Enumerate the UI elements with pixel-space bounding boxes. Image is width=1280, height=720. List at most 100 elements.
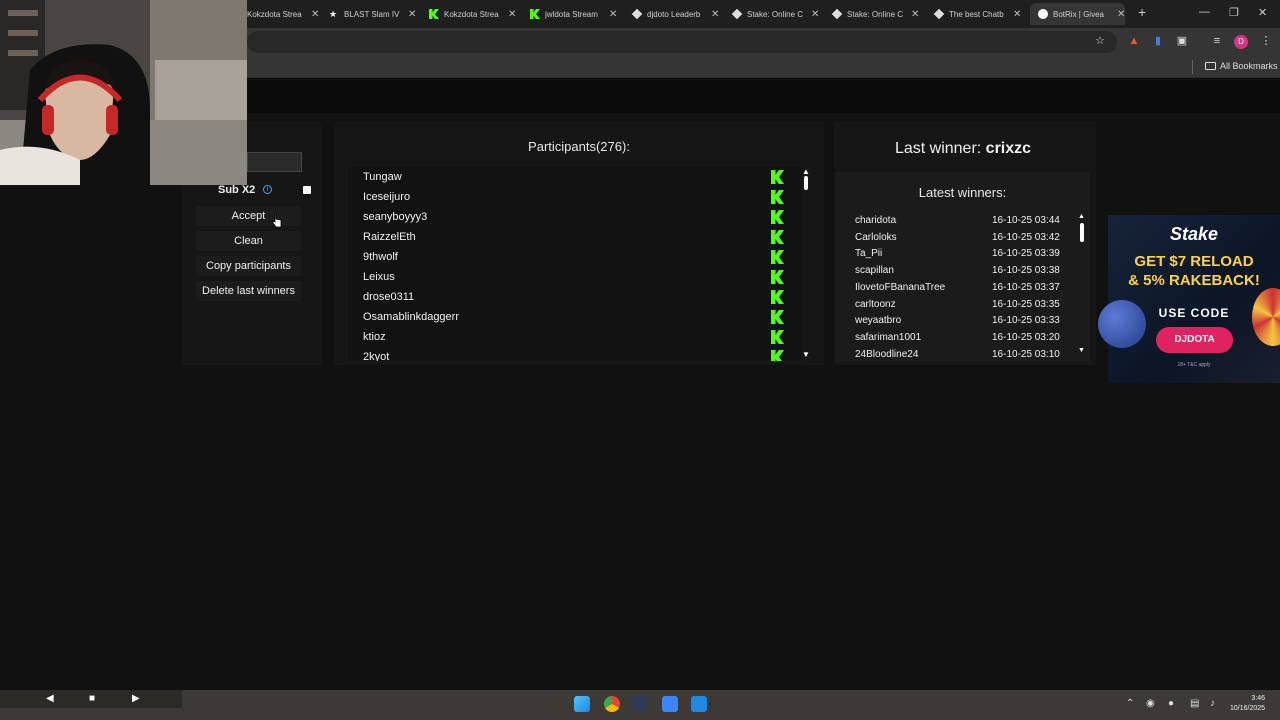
- participant-row[interactable]: drose0311: [348, 287, 802, 307]
- close-window-icon[interactable]: ✕: [1258, 6, 1267, 19]
- winner-date: 16-10-25 03:38: [992, 265, 1060, 277]
- maximize-icon[interactable]: ❐: [1229, 6, 1239, 19]
- winner-row[interactable]: 24Bloodline24 16-10-25 03:10: [835, 346, 1075, 360]
- profile-avatar[interactable]: D: [1234, 35, 1248, 49]
- accept-button[interactable]: Accept: [196, 206, 301, 226]
- winner-row[interactable]: safariman1001 16-10-25 03:20: [835, 329, 1075, 346]
- participant-row[interactable]: 2kyot: [348, 347, 802, 361]
- kick-icon: [771, 250, 784, 264]
- participant-row[interactable]: seanyboyyy3: [348, 207, 802, 227]
- menu-kebab-icon[interactable]: ⋮: [1260, 35, 1272, 47]
- extension-fox-icon[interactable]: ▲: [1128, 35, 1140, 47]
- address-bar[interactable]: [247, 31, 1117, 53]
- copy-participants-button[interactable]: Copy participants: [196, 256, 301, 276]
- winner-name: IlovetoFBananaTree: [855, 281, 946, 293]
- notepad-icon[interactable]: [662, 696, 678, 712]
- latest-winners-list[interactable]: charidota 16-10-25 03:44 Carloloks 16-10-25…: [835, 212, 1075, 360]
- participant-row[interactable]: Leixus: [348, 267, 802, 287]
- volume-icon[interactable]: ♪: [1210, 698, 1215, 709]
- participants-scrollbar-thumb[interactable]: [804, 176, 808, 190]
- tab[interactable]: ★ BLAST Slam IV ✕: [329, 3, 416, 25]
- stop-icon[interactable]: ■: [89, 693, 95, 704]
- last-winner-heading: Last winner: crixzc: [834, 140, 1092, 158]
- tab-title: djdoto Leaderb: [647, 9, 701, 19]
- bookmark-star-icon[interactable]: ☆: [1094, 35, 1106, 47]
- tab[interactable]: BotRix | Givea ✕: [1030, 3, 1126, 25]
- play-icon[interactable]: ▶: [132, 693, 140, 704]
- winner-date: 16-10-25 03:33: [992, 315, 1060, 327]
- clean-button[interactable]: Clean: [196, 231, 301, 251]
- participant-name: Leixus: [363, 271, 395, 283]
- chrome-icon[interactable]: [604, 696, 620, 712]
- participant-row[interactable]: Tungaw: [348, 167, 802, 187]
- delete-last-winners-button[interactable]: Delete last winners: [196, 281, 301, 301]
- close-tab-icon[interactable]: ✕: [1013, 9, 1021, 20]
- kick-icon: [771, 230, 784, 244]
- minimize-icon[interactable]: —: [1199, 6, 1210, 18]
- extension-shield-icon[interactable]: ▮: [1152, 35, 1164, 47]
- tray-chevron-icon[interactable]: ⌃: [1126, 698, 1134, 709]
- app-icon[interactable]: [632, 696, 648, 712]
- new-tab-button[interactable]: +: [1138, 4, 1146, 20]
- tab[interactable]: djdoto Leaderb ✕: [631, 3, 719, 25]
- ad-logo: Stake: [1169, 224, 1219, 244]
- participant-row[interactable]: Iceseijuro: [348, 187, 802, 207]
- winner-name: weyaatbro: [855, 315, 902, 327]
- winner-row[interactable]: Ta_Pii 16-10-25 03:39: [835, 245, 1075, 262]
- close-tab-icon[interactable]: ✕: [811, 9, 819, 20]
- winner-date: 16-10-25 03:10: [992, 348, 1060, 360]
- close-tab-icon[interactable]: ✕: [508, 9, 516, 20]
- last-winner-label: Last winner:: [894, 140, 982, 157]
- participant-row[interactable]: RaizzelEth: [348, 227, 802, 247]
- kick-icon: [771, 290, 784, 304]
- close-tab-icon[interactable]: ✕: [311, 9, 319, 20]
- network-icon[interactable]: ▤: [1190, 698, 1199, 709]
- previous-icon[interactable]: ◀: [46, 693, 54, 704]
- winner-row[interactable]: carltoonz 16-10-25 03:35: [835, 296, 1075, 313]
- close-tab-icon[interactable]: ✕: [711, 9, 719, 20]
- close-tab-icon[interactable]: ✕: [408, 9, 416, 20]
- microphone-icon[interactable]: ●: [1168, 698, 1174, 709]
- participant-row[interactable]: 9thwolf: [348, 247, 802, 267]
- winners-scrollbar-thumb[interactable]: [1080, 223, 1084, 242]
- scroll-down-icon[interactable]: ▼: [1078, 347, 1085, 354]
- reading-list-icon[interactable]: ≡: [1211, 35, 1223, 47]
- windows-start-icon[interactable]: [574, 696, 590, 712]
- scroll-down-icon[interactable]: ▼: [802, 350, 810, 359]
- tab[interactable]: jwldota Stream ✕: [530, 3, 617, 25]
- kick-icon: [771, 190, 784, 204]
- bookmarks-divider: [1192, 60, 1193, 74]
- ad-code-button[interactable]: DJDOTA: [1156, 327, 1233, 353]
- close-tab-icon[interactable]: ✕: [1117, 9, 1125, 20]
- winner-row[interactable]: Carloloks 16-10-25 03:42: [835, 229, 1075, 246]
- participant-row[interactable]: ktioz: [348, 327, 802, 347]
- tab[interactable]: Stake: Online C ✕: [831, 3, 919, 25]
- tray-app-icon[interactable]: ◉: [1146, 698, 1155, 709]
- winner-name: scapillan: [855, 265, 894, 277]
- winner-row[interactable]: scapillan 16-10-25 03:38: [835, 262, 1075, 279]
- close-tab-icon[interactable]: ✕: [911, 9, 919, 20]
- scroll-up-icon[interactable]: ▲: [802, 167, 810, 176]
- winner-row[interactable]: weyaatbro 16-10-25 03:33: [835, 312, 1075, 329]
- all-bookmarks-link[interactable]: All Bookmarks: [1220, 61, 1278, 71]
- close-tab-icon[interactable]: ✕: [609, 9, 617, 20]
- participant-row[interactable]: Osamablinkdaggerr: [348, 307, 802, 327]
- participants-list[interactable]: Tungaw Iceseijuro seanyboyyy3 RaizzelEth 9th…: [348, 167, 802, 361]
- sub-x2-checkbox[interactable]: [303, 186, 311, 194]
- tab[interactable]: The best Chatb ✕: [933, 3, 1021, 25]
- tab[interactable]: Stake: Online C ✕: [731, 3, 819, 25]
- info-icon[interactable]: i: [263, 185, 272, 194]
- app-store-icon[interactable]: [691, 696, 707, 712]
- tab[interactable]: Kokzdota Strea ✕: [429, 3, 516, 25]
- extensions-puzzle-icon[interactable]: ▣: [1176, 35, 1188, 47]
- winner-row[interactable]: IlovetoFBananaTree 16-10-25 03:37: [835, 279, 1075, 296]
- stake-icon: [831, 8, 843, 20]
- clock[interactable]: 3:46 10/16/2025: [1230, 694, 1265, 714]
- winner-row[interactable]: charidota 16-10-25 03:44: [835, 212, 1075, 229]
- scroll-up-icon[interactable]: ▲: [1078, 213, 1085, 220]
- keyword-input[interactable]: [247, 152, 302, 172]
- participant-name: seanyboyyy3: [363, 211, 428, 223]
- folder-icon: [1205, 62, 1216, 70]
- tab-title: The best Chatb: [949, 9, 1004, 19]
- kick-icon: [429, 9, 439, 19]
